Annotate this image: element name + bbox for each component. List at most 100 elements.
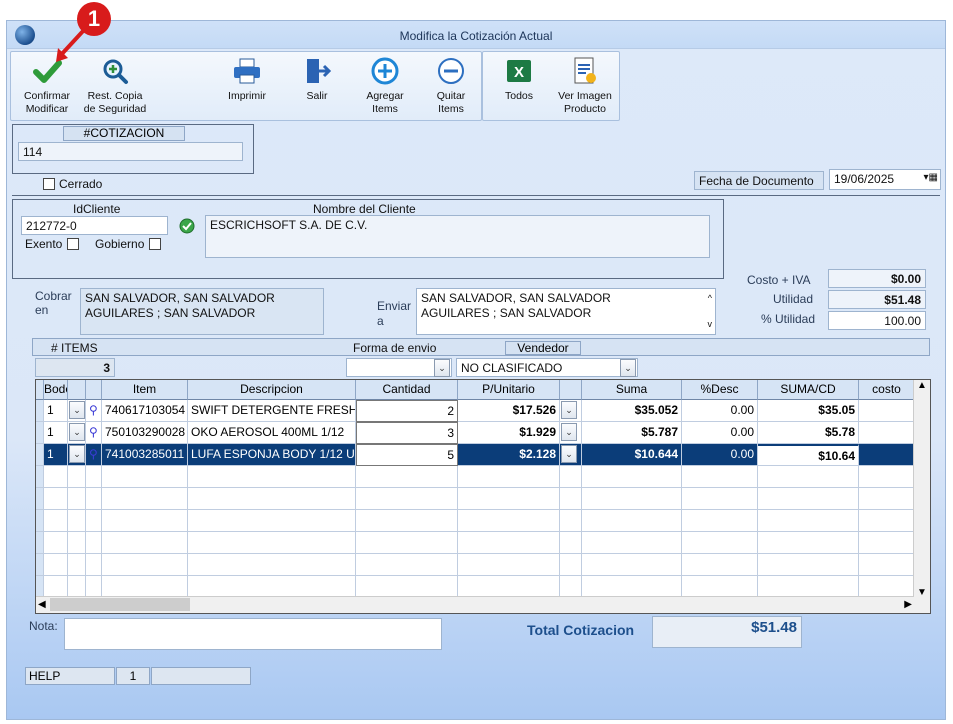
grid-cell[interactable]: 750103290028 xyxy=(102,422,188,444)
grid-cell[interactable]: ⌄ xyxy=(560,400,582,422)
col-bodega-select xyxy=(68,380,86,400)
grid-cell[interactable]: 5 xyxy=(356,444,458,466)
col-desc[interactable]: %Desc xyxy=(682,380,758,400)
grid-cell[interactable]: $10.64 xyxy=(758,444,859,466)
row-header[interactable] xyxy=(36,422,44,444)
grid-cell[interactable]: 1 xyxy=(44,444,68,466)
grid-cell[interactable] xyxy=(859,444,915,466)
scroll-thumb[interactable] xyxy=(50,598,190,611)
print-button[interactable]: Imprimir xyxy=(217,56,277,103)
view-product-image-button[interactable]: Ver Imagen Producto xyxy=(553,56,617,116)
chevron-down-icon[interactable]: ⌄ xyxy=(69,401,85,419)
col-sumacd[interactable]: SUMA/CD xyxy=(758,380,859,400)
verified-icon[interactable] xyxy=(179,218,195,234)
grid-cell[interactable]: 741003285011 xyxy=(102,444,188,466)
chevron-down-icon[interactable]: ⌄ xyxy=(69,423,85,441)
grid-cell[interactable]: $2.128 xyxy=(458,444,560,466)
col-item[interactable]: Item xyxy=(102,380,188,400)
row-header[interactable] xyxy=(36,510,44,532)
grid-cell[interactable]: 2 xyxy=(356,400,458,422)
seller-select[interactable]: NO CLASIFICADO ⌄ xyxy=(456,358,638,377)
grid-cell[interactable]: ⌄ xyxy=(560,422,582,444)
grid-cell[interactable]: $5.787 xyxy=(582,422,682,444)
row-header[interactable] xyxy=(36,444,44,466)
scroll-down-icon[interactable]: v xyxy=(708,317,713,332)
grid-cell[interactable]: 740617103054 xyxy=(102,400,188,422)
grid-cell[interactable]: 1 xyxy=(44,422,68,444)
grid-cell[interactable] xyxy=(859,400,915,422)
chevron-down-icon[interactable]: ⌄ xyxy=(620,359,636,377)
grid-cell[interactable]: $35.052 xyxy=(582,400,682,422)
chevron-down-icon[interactable]: ⌄ xyxy=(561,445,577,463)
grid-cell[interactable]: 1 xyxy=(44,400,68,422)
closed-checkbox[interactable] xyxy=(43,178,55,190)
scroll-up-arrow-icon[interactable]: ▲ xyxy=(917,380,927,391)
grid-cell[interactable]: SWIFT DETERGENTE FRESH xyxy=(188,400,356,422)
row-header-col xyxy=(36,380,44,400)
grid-empty-cell xyxy=(86,510,102,532)
chevron-down-icon[interactable]: ⌄ xyxy=(561,423,577,441)
client-name-field[interactable]: ESCRICHSOFT S.A. DE C.V. xyxy=(205,215,710,258)
grid-cell[interactable]: 0.00 xyxy=(682,444,758,466)
row-header[interactable] xyxy=(36,400,44,422)
scroll-up-icon[interactable]: ^ xyxy=(708,291,712,306)
grid-cell[interactable]: ⌄ xyxy=(68,444,86,466)
add-items-button[interactable]: Agregar Items xyxy=(355,56,415,116)
grid-cell[interactable]: ⚲ xyxy=(86,444,102,466)
grid-cell[interactable]: $17.526 xyxy=(458,400,560,422)
scroll-down-arrow-icon[interactable]: ▼ xyxy=(917,587,927,598)
calendar-icon[interactable]: ▾▦ xyxy=(924,172,938,183)
row-header[interactable] xyxy=(36,532,44,554)
scroll-left-arrow-icon[interactable]: ◀ xyxy=(38,599,46,610)
grid-cell[interactable]: ⚲ xyxy=(86,400,102,422)
grid-empty-cell xyxy=(582,466,682,488)
exit-button[interactable]: Salir xyxy=(287,56,347,103)
all-excel-button[interactable]: X Todos xyxy=(489,56,549,103)
col-descripcion[interactable]: Descripcion xyxy=(188,380,356,400)
grid-cell[interactable]: $5.78 xyxy=(758,422,859,444)
search-icon[interactable]: ⚲ xyxy=(89,403,98,417)
grid-cell[interactable] xyxy=(859,422,915,444)
grid-cell[interactable]: ⌄ xyxy=(68,422,86,444)
grid-cell[interactable]: ⌄ xyxy=(68,400,86,422)
grid-cell[interactable]: $1.929 xyxy=(458,422,560,444)
document-date-field[interactable]: 19/06/2025 ▾▦ xyxy=(829,169,941,190)
bill-to-address[interactable]: SAN SALVADOR, SAN SALVADOR AGUILARES ; SA… xyxy=(80,288,324,335)
vertical-scrollbar[interactable]: ▲ ▼ xyxy=(913,380,930,613)
quote-number-group: #COTIZACION 114 xyxy=(12,124,254,174)
grid-cell[interactable]: ⚲ xyxy=(86,422,102,444)
col-punitario[interactable]: P/Unitario xyxy=(458,380,560,400)
grid-cell[interactable]: 0.00 xyxy=(682,400,758,422)
col-costo[interactable]: costo xyxy=(859,380,915,400)
note-field[interactable] xyxy=(64,618,442,650)
grid-cell[interactable]: OKO AEROSOL 400ML 1/12 xyxy=(188,422,356,444)
ship-to-address[interactable]: SAN SALVADOR, SAN SALVADOR AGUILARES ; SA… xyxy=(416,288,716,335)
row-header[interactable] xyxy=(36,466,44,488)
col-cantidad[interactable]: Cantidad xyxy=(356,380,458,400)
row-header[interactable] xyxy=(36,554,44,576)
client-id-field[interactable]: 212772-0 xyxy=(21,216,168,235)
grid-empty-cell xyxy=(86,554,102,576)
gobierno-checkbox[interactable] xyxy=(149,238,161,250)
grid-cell[interactable]: $10.644 xyxy=(582,444,682,466)
col-suma[interactable]: Suma xyxy=(582,380,682,400)
grid-cell[interactable]: 3 xyxy=(356,422,458,444)
scroll-right-arrow-icon[interactable]: ▶ xyxy=(904,599,912,610)
row-header[interactable] xyxy=(36,488,44,510)
search-icon[interactable]: ⚲ xyxy=(89,447,98,461)
chevron-down-icon[interactable]: ⌄ xyxy=(434,359,450,377)
grid-cell[interactable]: LUFA ESPONJA BODY 1/12 U xyxy=(188,444,356,466)
grid-cell[interactable]: 0.00 xyxy=(682,422,758,444)
quote-number-field[interactable]: 114 xyxy=(18,142,243,161)
search-icon[interactable]: ⚲ xyxy=(89,425,98,439)
remove-items-button[interactable]: Quitar Items xyxy=(421,56,481,116)
col-bodega[interactable]: Bodega xyxy=(44,380,68,400)
exento-checkbox[interactable] xyxy=(67,238,79,250)
grid-cell[interactable]: $35.05 xyxy=(758,400,859,422)
grid-cell[interactable]: ⌄ xyxy=(560,444,582,466)
chevron-down-icon[interactable]: ⌄ xyxy=(561,401,577,419)
shipping-method-select[interactable]: ⌄ xyxy=(346,358,452,377)
chevron-down-icon[interactable]: ⌄ xyxy=(69,445,85,463)
horizontal-scrollbar[interactable]: ◀ ▶ xyxy=(36,596,914,613)
row-header[interactable] xyxy=(36,576,44,598)
